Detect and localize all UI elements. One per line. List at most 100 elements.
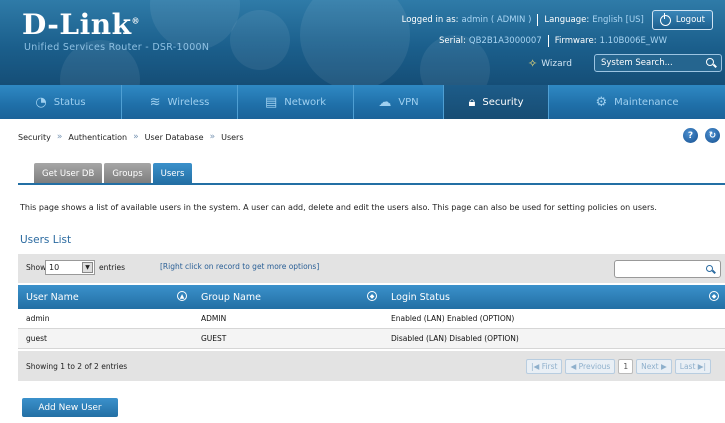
showing-info: Showing 1 to 2 of 2 entries xyxy=(26,362,128,371)
wizard-link[interactable]: ✧ Wizard xyxy=(528,57,572,70)
sort-asc-icon[interactable]: ▲ xyxy=(177,291,187,301)
add-new-user-button[interactable]: Add New User xyxy=(22,398,118,417)
help-icon[interactable]: ? xyxy=(683,128,698,143)
column-label: User Name xyxy=(26,291,79,303)
tab-users[interactable]: Users xyxy=(152,163,193,184)
table-row[interactable]: guest GUEST Disabled (LAN) Disabled (OPT… xyxy=(18,329,725,349)
last-page-button[interactable]: Last ▶| xyxy=(674,359,712,374)
cell-group-name: ADMIN xyxy=(201,314,227,323)
pager-label: Last xyxy=(679,362,696,371)
cell-user-name: guest xyxy=(26,334,47,343)
chevron-down-icon[interactable]: ▼ xyxy=(82,262,93,273)
tab-underline xyxy=(18,183,725,185)
nav-label: Status xyxy=(53,96,86,108)
column-label: Login Status xyxy=(391,291,450,303)
nav-wireless[interactable]: ≋ Wireless xyxy=(122,85,238,119)
nav-label: Security xyxy=(482,96,524,108)
breadcrumb-item[interactable]: Authentication xyxy=(68,133,127,142)
nav-security[interactable]: 🔒︎ Security xyxy=(444,85,549,119)
breadcrumb-separator-icon: » xyxy=(133,132,139,142)
page-number-button[interactable]: 1 xyxy=(618,359,634,374)
refresh-icon[interactable]: ↻ xyxy=(705,128,720,143)
first-icon: |◀ xyxy=(531,362,542,371)
breadcrumb-separator-icon: » xyxy=(209,132,216,142)
main-nav: ◔ Status ≋ Wireless ▤ Network ☁ VPN 🔒︎ S… xyxy=(0,85,725,119)
next-page-button[interactable]: Next ▶ xyxy=(636,359,672,374)
firmware-label: Firmware: xyxy=(554,36,597,46)
column-label: Group Name xyxy=(201,291,261,303)
table-footer: Showing 1 to 2 of 2 entries |◀ First ◀ P… xyxy=(18,351,725,381)
gauge-icon: ◔ xyxy=(35,94,47,110)
logged-in-user: admin ( ADMIN ) xyxy=(461,15,532,25)
last-icon: ▶| xyxy=(695,362,707,371)
table-toolbar: Show 10 ▼ entries [Right click on record… xyxy=(18,254,725,283)
product-name: Unified Services Router - DSR-1000N xyxy=(24,42,210,53)
serial-label: Serial: xyxy=(438,36,466,46)
table-row[interactable]: admin ADMIN Enabled (LAN) Enabled (OPTIO… xyxy=(18,309,725,329)
wizard-label: Wizard xyxy=(541,58,572,69)
nav-label: Network xyxy=(284,96,327,108)
lock-icon: 🔒︎ xyxy=(468,94,476,110)
first-page-button[interactable]: |◀ First xyxy=(526,359,563,374)
language-label: Language: xyxy=(544,15,590,25)
page-description: This page shows a list of available user… xyxy=(20,203,657,212)
wifi-icon: ≋ xyxy=(149,94,161,110)
previous-page-button[interactable]: ◀ Previous xyxy=(565,359,616,374)
breadcrumb-current: Users xyxy=(221,132,244,142)
language-value[interactable]: English [US] xyxy=(592,15,644,25)
header-banner: D-Link® Unified Services Router - DSR-10… xyxy=(0,0,725,85)
logout-button[interactable]: Logout xyxy=(651,10,713,30)
search-placeholder: System Search... xyxy=(601,58,673,68)
sort-icon[interactable]: ◆ xyxy=(709,291,719,301)
nav-network[interactable]: ▤ Network xyxy=(238,85,354,119)
next-icon: ▶ xyxy=(658,362,667,371)
entries-label: entries xyxy=(99,263,125,272)
power-icon xyxy=(659,12,671,26)
system-search-input[interactable]: System Search... xyxy=(594,54,722,72)
dlink-logo: D-Link® xyxy=(22,8,141,41)
cell-user-name: admin xyxy=(26,314,50,323)
search-icon xyxy=(706,265,713,272)
column-user-name[interactable]: User Name ▲ xyxy=(18,285,193,309)
nav-maintenance[interactable]: ⚙ Maintenance xyxy=(549,85,725,119)
search-icon[interactable] xyxy=(706,58,714,66)
context-menu-hint: [Right click on record to get more optio… xyxy=(160,262,320,271)
breadcrumb-item[interactable]: Security xyxy=(18,133,51,142)
tab-get-user-db[interactable]: Get User DB xyxy=(34,163,103,184)
entries-select[interactable]: 10 ▼ xyxy=(45,260,95,275)
cell-login-status: Disabled (LAN) Disabled (OPTION) xyxy=(391,334,519,343)
cell-group-name: GUEST xyxy=(201,334,227,343)
sort-icon[interactable]: ◆ xyxy=(367,291,377,301)
table-search-input[interactable] xyxy=(614,260,721,278)
previous-icon: ◀ xyxy=(570,362,579,371)
divider xyxy=(547,35,549,47)
entries-value: 10 xyxy=(49,263,60,272)
tab-groups[interactable]: Groups xyxy=(104,163,151,184)
nav-label: Maintenance xyxy=(614,96,679,108)
tab-bar: Get User DB Groups Users xyxy=(34,163,193,184)
gears-icon: ⚙ xyxy=(595,94,608,110)
divider xyxy=(537,14,539,26)
logged-in-label: Logged in as: xyxy=(401,15,459,25)
pager-label: Previous xyxy=(578,362,611,371)
column-group-name[interactable]: Group Name ◆ xyxy=(193,285,383,309)
breadcrumb-separator-icon: » xyxy=(56,132,63,142)
nav-status[interactable]: ◔ Status xyxy=(0,85,122,119)
monitor-icon: ▤ xyxy=(264,94,278,110)
firmware-value: 1.10B006E_WW xyxy=(599,36,667,46)
breadcrumb-item[interactable]: User Database xyxy=(145,133,204,142)
cell-login-status: Enabled (LAN) Enabled (OPTION) xyxy=(391,314,515,323)
pager-label: First xyxy=(541,362,558,371)
column-login-status[interactable]: Login Status ◆ xyxy=(383,285,725,309)
pager-label: Next xyxy=(641,362,659,371)
show-label: Show xyxy=(26,263,47,272)
nav-label: Wireless xyxy=(167,96,210,108)
breadcrumb: Security » Authentication » User Databas… xyxy=(18,132,244,142)
pagination: |◀ First ◀ Previous 1 Next ▶ Last ▶| xyxy=(526,359,712,374)
serial-value: QB2B1A3000007 xyxy=(468,36,542,46)
table-header: User Name ▲ Group Name ◆ Login Status ◆ xyxy=(18,285,725,309)
section-title: Users List xyxy=(20,234,72,246)
wand-icon: ✧ xyxy=(528,57,538,70)
device-info: Serial: QB2B1A3000007 Firmware: 1.10B006… xyxy=(439,35,667,47)
nav-vpn[interactable]: ☁ VPN xyxy=(354,85,444,119)
